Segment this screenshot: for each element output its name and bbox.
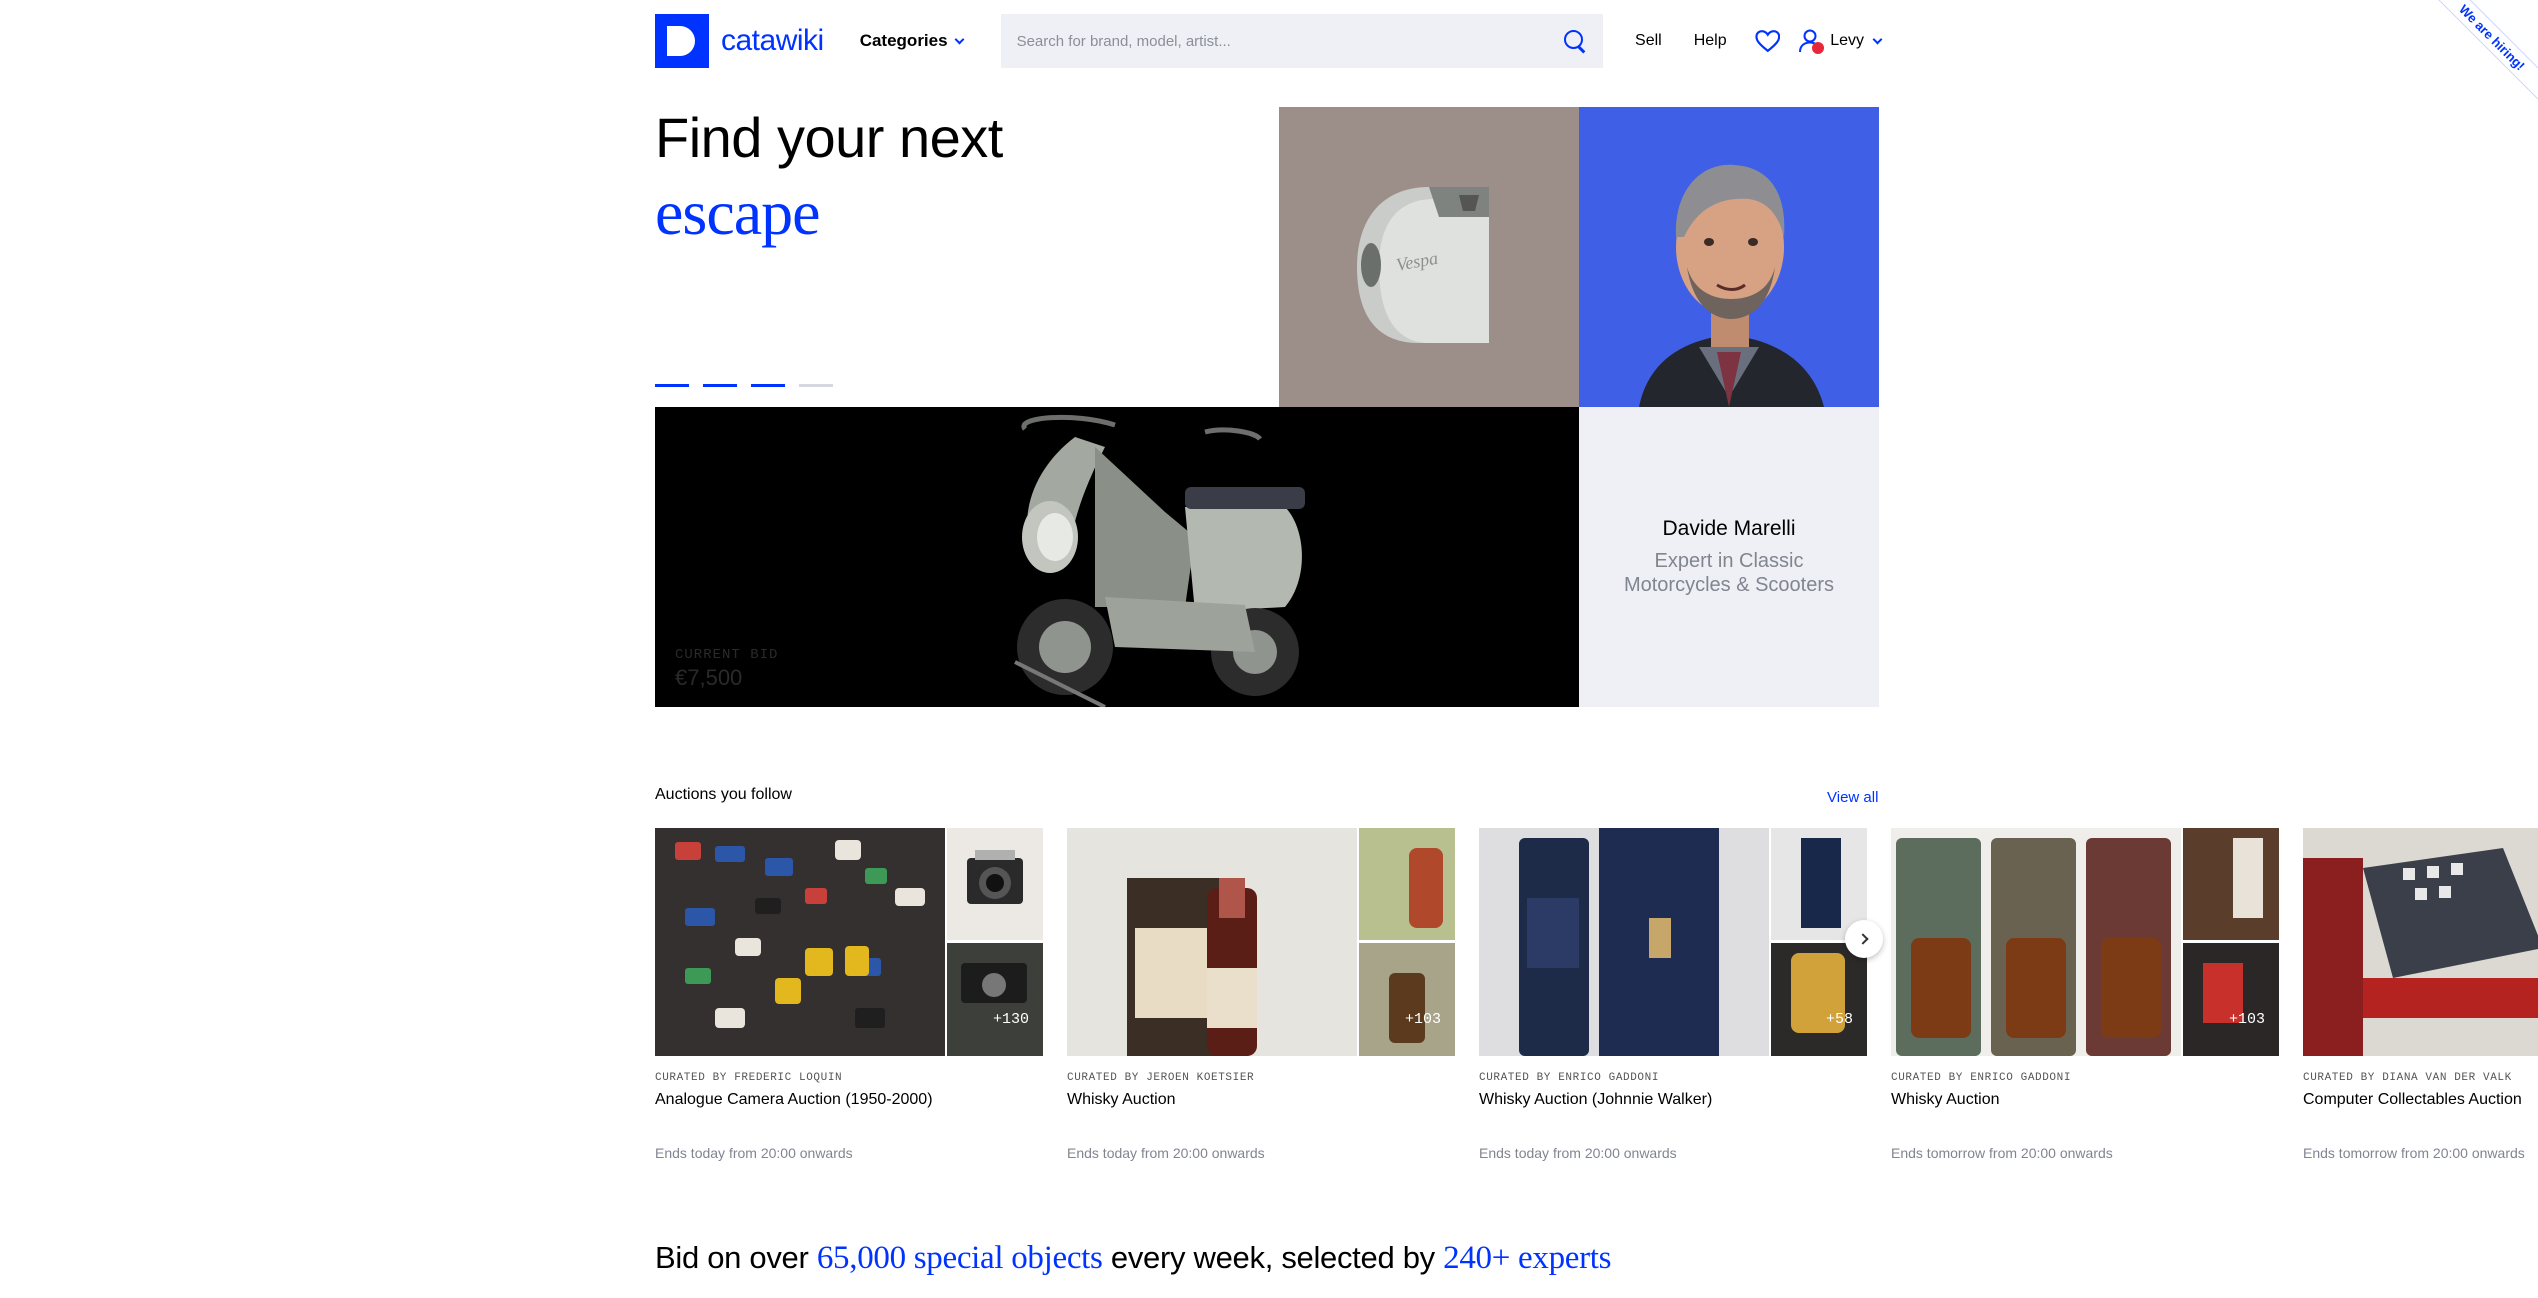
user-menu-button[interactable]: Levy: [1798, 28, 1883, 54]
expert-bio-card[interactable]: Davide Marelli Expert in Classic Motorcy…: [1579, 407, 1879, 707]
current-bid-value: €7,500: [675, 665, 743, 690]
auction-lot-count: +130: [992, 1011, 1029, 1028]
banner-accent-experts: 240+ experts: [1443, 1240, 1612, 1276]
auction-card-main-image: [2303, 828, 2538, 1056]
expert-photo: [1579, 107, 1879, 407]
auction-card-thumb: [2183, 943, 2279, 1056]
auction-curated-by: CURATED BY JEROEN KOETSIER: [1067, 1072, 1255, 1084]
auction-card-images: +103: [1891, 828, 2279, 1056]
auction-card-thumb: [947, 943, 1043, 1056]
catawiki-logo[interactable]: catawiki: [655, 14, 824, 68]
auction-end-time: Ends today from 20:00 onwards: [655, 1145, 853, 1161]
auction-card[interactable]: +103 CURATED BY ENRICO GADDONI Whisky Au…: [1891, 828, 2279, 1161]
banner-accent-objects: 65,000 special objects: [816, 1240, 1103, 1276]
hiring-ribbon[interactable]: We are hiring!: [2438, 0, 2538, 100]
auction-card[interactable]: +130 CURATED BY FREDERIC LOQUIN Analogue…: [655, 828, 1043, 1161]
search-icon[interactable]: [1563, 29, 1587, 53]
expert-name: Davide Marelli: [1662, 517, 1796, 540]
featured-lot-image[interactable]: CURRENT BID €7,500: [655, 407, 1579, 707]
auction-card-thumb: [947, 828, 1043, 940]
auction-end-time: Ends tomorrow from 20:00 onwards: [2303, 1145, 2525, 1161]
carousel-next-button[interactable]: [1845, 920, 1883, 958]
chevron-down-icon: [1872, 34, 1883, 44]
categories-menu-button[interactable]: Categories: [859, 31, 965, 51]
carousel-dot-2[interactable]: [703, 384, 737, 387]
view-all-link[interactable]: View all: [1827, 789, 1878, 806]
auction-curated-by: CURATED BY DIANA VAN DER VALK: [2303, 1072, 2512, 1084]
favorites-heart-icon[interactable]: [1755, 29, 1781, 53]
bid-banner: Bid on over 65,000 special objects every…: [655, 1240, 1612, 1277]
banner-text-1: Bid on over: [655, 1240, 817, 1275]
auction-card-images: [2303, 828, 2538, 1056]
carousel-dot-3[interactable]: [751, 384, 785, 387]
carousel-dot-1[interactable]: [655, 384, 689, 387]
banner-text-2: every week, selected by: [1102, 1240, 1444, 1275]
auction-carousel: +130 CURATED BY FREDERIC LOQUIN Analogue…: [655, 828, 2538, 1168]
auction-end-time: Ends tomorrow from 20:00 onwards: [1891, 1145, 2113, 1161]
site-header: catawiki Categories Sell Help Levy: [655, 14, 1883, 68]
auction-card[interactable]: +103 CURATED BY JEROEN KOETSIER Whisky A…: [1067, 828, 1455, 1161]
auction-card-thumb: [2183, 828, 2279, 940]
auction-card[interactable]: +58 CURATED BY ENRICO GADDONI Whisky Auc…: [1479, 828, 1867, 1161]
section-title-auctions-you-follow: Auctions you follow: [655, 786, 792, 803]
search-input[interactable]: [1016, 32, 1564, 50]
catawiki-logo-icon: [655, 14, 709, 68]
auction-title: Whisky Auction: [1891, 1091, 2000, 1108]
auction-card[interactable]: CURATED BY DIANA VAN DER VALK Computer C…: [2303, 828, 2538, 1161]
scooter-detail-image[interactable]: Vespa: [1279, 107, 1579, 407]
auction-card-images: +130: [655, 828, 1043, 1056]
expert-role: Expert in Classic Motorcycles & Scooters: [1623, 550, 1835, 596]
search-bar: [1000, 14, 1604, 68]
categories-label: Categories: [859, 31, 948, 50]
carousel-dot-4[interactable]: [799, 384, 833, 387]
auction-card-thumb: [1359, 828, 1455, 940]
auction-card-main-image: [1891, 828, 2181, 1056]
chevron-down-icon: [954, 34, 965, 44]
auction-card-main-image: [1479, 828, 1769, 1056]
auction-title: Whisky Auction (Johnnie Walker): [1479, 1091, 1713, 1108]
user-name: Levy: [1830, 32, 1864, 49]
auction-lot-count: +103: [2228, 1011, 2265, 1028]
auction-curated-by: CURATED BY ENRICO GADDONI: [1891, 1072, 2072, 1084]
auction-card-thumb: [1359, 943, 1455, 1056]
auction-card-main-image: [655, 828, 945, 1056]
logo-text: catawiki: [721, 24, 824, 57]
auction-card-main-image: [1067, 828, 1357, 1056]
auction-title: Whisky Auction: [1067, 1091, 1176, 1108]
auction-lot-count: +103: [1404, 1011, 1441, 1028]
hero-title: Find your next: [655, 106, 1003, 169]
hiring-ribbon-label: We are hiring!: [2438, 0, 2538, 100]
auction-end-time: Ends today from 20:00 onwards: [1067, 1145, 1265, 1161]
help-link[interactable]: Help: [1694, 32, 1727, 50]
auction-lot-count: +58: [1825, 1011, 1853, 1028]
auction-curated-by: CURATED BY ENRICO GADDONI: [1479, 1072, 1660, 1084]
auction-card-images: +58: [1479, 828, 1867, 1056]
chevron-right-icon: [1856, 933, 1869, 945]
auction-end-time: Ends today from 20:00 onwards: [1479, 1145, 1677, 1161]
user-icon: [1798, 28, 1825, 54]
auction-card-thumb: [1771, 943, 1867, 1056]
auction-title: Analogue Camera Auction (1950-2000): [655, 1091, 933, 1108]
auction-curated-by: CURATED BY FREDERIC LOQUIN: [655, 1072, 843, 1084]
hero-accent: escape: [655, 177, 821, 248]
sell-link[interactable]: Sell: [1635, 32, 1662, 50]
auction-title: Computer Collectables Auction: [2303, 1091, 2522, 1108]
auction-card-images: +103: [1067, 828, 1455, 1056]
carousel-indicators: [655, 384, 833, 387]
current-bid-label: CURRENT BID: [675, 647, 779, 663]
